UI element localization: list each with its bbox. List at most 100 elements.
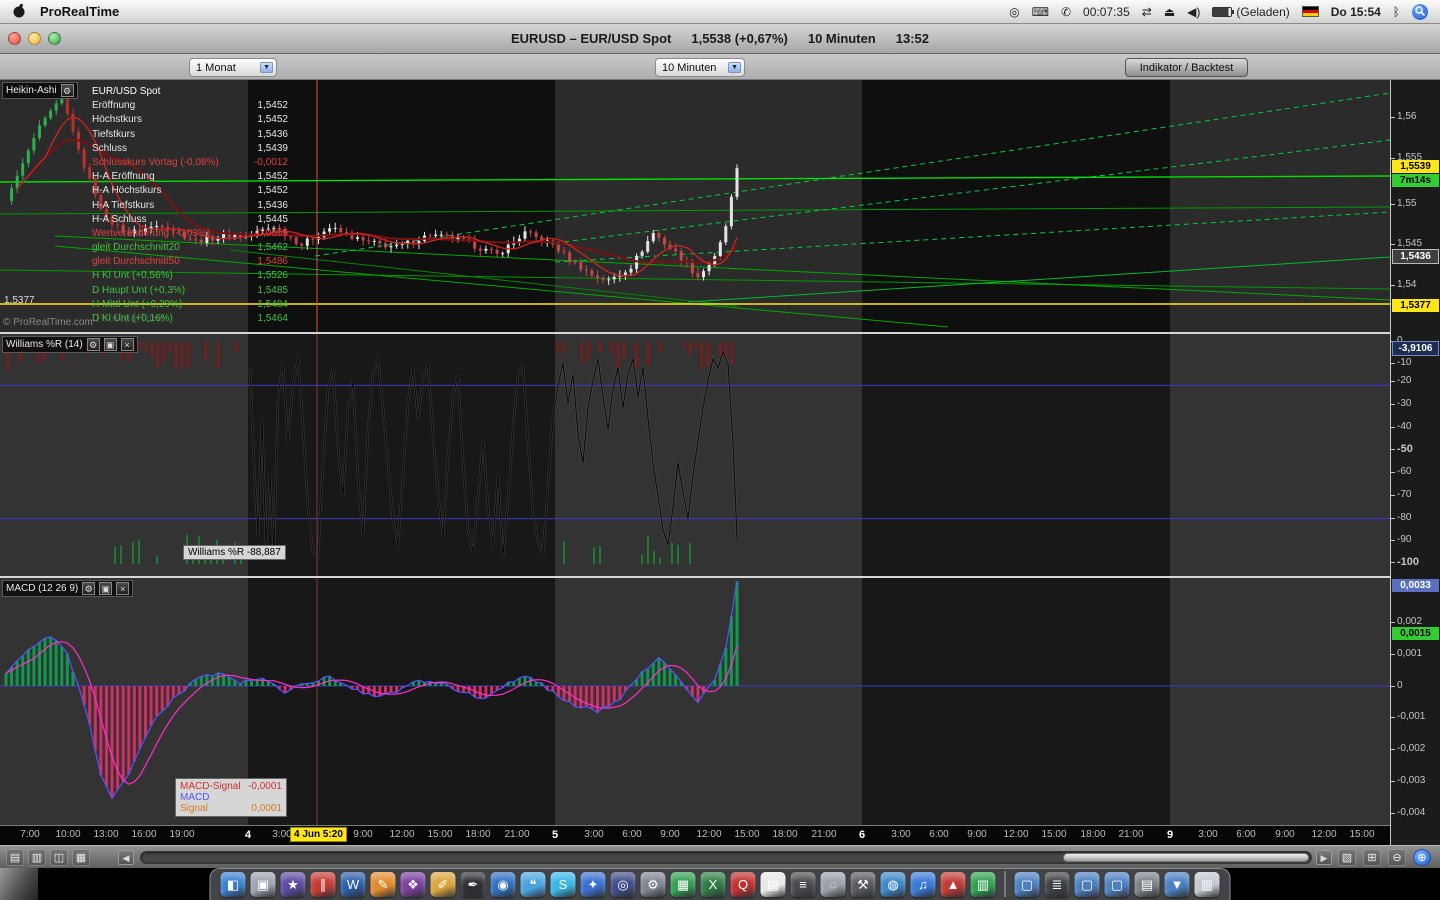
battery-status[interactable]: (Geladen): [1212, 5, 1289, 19]
window-titlebar[interactable]: EURUSD – EUR/USD Spot1,5538 (+0,67%)10 M…: [0, 24, 1440, 54]
dock-finder[interactable]: ◧: [221, 872, 246, 897]
dock-parallels[interactable]: ∥: [311, 872, 336, 897]
dock-writer[interactable]: ✎: [371, 872, 396, 897]
resolution-icon[interactable]: ⇄: [1142, 5, 1152, 19]
dock-pencil[interactable]: ✐: [431, 872, 456, 897]
chart-tool-icon[interactable]: ▧: [1338, 849, 1356, 866]
dock-settings[interactable]: ⚙: [641, 872, 666, 897]
axis-tick-label: -70: [1397, 489, 1411, 500]
main-indicator-tab[interactable]: Heikin-Ashi ⚙: [2, 82, 78, 99]
dock-ink[interactable]: ✒: [461, 872, 486, 897]
export-icon[interactable]: ▦: [72, 849, 90, 866]
indicator-backtest-button[interactable]: Indikator / Backtest: [1125, 58, 1248, 77]
keyboard-icon[interactable]: ⌨: [1032, 5, 1049, 19]
layout-icon[interactable]: ▥: [28, 849, 46, 866]
dock-folder-1[interactable]: ▢: [1075, 872, 1100, 897]
menu-timer[interactable]: 00:07:35: [1083, 5, 1130, 19]
wrench-icon[interactable]: ⚙: [61, 84, 74, 97]
macd-info-box: MACD-Signal-0,0001MACDSignal0,0001: [175, 778, 287, 817]
dock-stack-docs[interactable]: ≣: [1045, 872, 1070, 897]
app-menu-title[interactable]: ProRealTime: [40, 4, 119, 19]
scroll-left-button[interactable]: ◀: [118, 850, 134, 865]
dock-iwork[interactable]: ❖: [401, 872, 426, 897]
dock-disc[interactable]: ◌: [821, 872, 846, 897]
legend-row: Schlusskurs Vortag (-0,08%)-0,0012: [92, 156, 288, 170]
dock-network[interactable]: ◍: [881, 872, 906, 897]
dock-downloads[interactable]: ▼: [1165, 872, 1190, 897]
dock-stack-2[interactable]: ▤: [1135, 872, 1160, 897]
zoom-in-icon[interactable]: ⊕: [1413, 849, 1431, 866]
dock-dvd[interactable]: ◎: [611, 872, 636, 897]
williams-indicator-tab[interactable]: Williams %R (14) ⚙ ▣ ×: [2, 336, 138, 353]
close-icon[interactable]: ×: [116, 582, 129, 595]
apple-menu[interactable]: [12, 3, 26, 21]
legend-value: 1,5452: [257, 170, 288, 184]
chart-area[interactable]: 7:0010:0013:0016:0019:0043:009:0012:0015…: [0, 80, 1440, 845]
panel-separator[interactable]: [0, 332, 1440, 334]
timeframe-dropdown[interactable]: 10 Minuten ▼: [655, 58, 745, 77]
dock-calculator[interactable]: ≡: [791, 872, 816, 897]
dock-word[interactable]: W: [341, 872, 366, 897]
dock-chat[interactable]: ❝: [521, 872, 546, 897]
wrench-icon[interactable]: ⚙: [87, 338, 100, 351]
close-icon[interactable]: ×: [121, 338, 134, 351]
scroll-right-button[interactable]: ▶: [1316, 850, 1332, 865]
macd-indicator-tab[interactable]: MACD (12 26 9) ⚙ ▣ ×: [2, 580, 133, 597]
copyright-label: © ProRealTime.com: [3, 317, 93, 328]
dock-folder-2[interactable]: ▢: [1105, 872, 1130, 897]
menu-clock[interactable]: Do 15:54: [1331, 5, 1381, 19]
dock-safari[interactable]: ✦: [581, 872, 606, 897]
dock-preview[interactable]: ▣: [251, 872, 276, 897]
macd-info-label: Signal: [180, 803, 208, 814]
dock-excel[interactable]: X: [701, 872, 726, 897]
print-icon[interactable]: ▤: [6, 849, 24, 866]
zoom-box-icon[interactable]: ⊞: [1363, 849, 1381, 866]
panel-separator[interactable]: [0, 576, 1440, 578]
folder-icon[interactable]: ▣: [104, 338, 117, 351]
dock-folder-apps[interactable]: ▢: [1015, 872, 1040, 897]
dock-stocks[interactable]: ▦: [671, 872, 696, 897]
main-indicator-label: Heikin-Ashi: [6, 85, 57, 96]
wrench-icon[interactable]: ⚙: [82, 582, 95, 595]
scrollbar-thumb[interactable]: [1063, 853, 1309, 862]
binoculars-icon[interactable]: ◎: [1009, 5, 1019, 19]
legend-value: 1,5526: [257, 269, 288, 283]
dock-ical[interactable]: ▤: [761, 872, 786, 897]
legend-value: 1,5485: [257, 284, 288, 298]
folder-icon[interactable]: ▣: [99, 582, 112, 595]
spotlight-icon[interactable]: [1412, 4, 1428, 20]
scrollbar-track[interactable]: [140, 851, 1312, 864]
dock-pdf[interactable]: ▲: [941, 872, 966, 897]
columns-icon[interactable]: ◫: [50, 849, 68, 866]
dock-imovie[interactable]: ★: [281, 872, 306, 897]
time-label: 9:00: [353, 829, 372, 840]
volume-icon[interactable]: ◀): [1187, 5, 1200, 19]
dock-earth[interactable]: ◉: [491, 872, 516, 897]
close-button[interactable]: [8, 32, 21, 45]
macd-info-row: MACD: [180, 792, 282, 803]
phone-icon[interactable]: ✆: [1061, 5, 1071, 19]
legend-label: H-A Höchstkurs: [92, 184, 161, 198]
dock-utility[interactable]: ⚒: [851, 872, 876, 897]
williams-chart-surface[interactable]: [0, 334, 1390, 576]
time-label: 7:00: [20, 829, 39, 840]
axis-price-tag: 1,5377: [1392, 299, 1439, 312]
range-dropdown[interactable]: 1 Monat ▼: [189, 58, 277, 77]
bluetooth-icon[interactable]: ᛒ: [1393, 5, 1400, 19]
dock-music[interactable]: ♫: [911, 872, 936, 897]
time-label: 21:00: [1118, 829, 1143, 840]
zoom-button[interactable]: [48, 32, 61, 45]
eject-icon[interactable]: ⏏: [1164, 5, 1175, 19]
legend-label: H-A Schluss: [92, 213, 146, 227]
german-flag-icon[interactable]: [1302, 6, 1319, 17]
dock-skype[interactable]: S: [551, 872, 576, 897]
time-label: 6:00: [622, 829, 641, 840]
axis-tick-label: -20: [1397, 375, 1411, 386]
dock-trash[interactable]: ▥: [1195, 872, 1220, 897]
time-label: 21:00: [811, 829, 836, 840]
dock-quicktime[interactable]: Q: [731, 872, 756, 897]
dock-chart[interactable]: ▥: [971, 872, 996, 897]
zoom-out-icon[interactable]: ⊖: [1388, 849, 1406, 866]
minimize-button[interactable]: [28, 32, 41, 45]
legend-label: H Kl Unt (+0,56%): [92, 269, 173, 283]
